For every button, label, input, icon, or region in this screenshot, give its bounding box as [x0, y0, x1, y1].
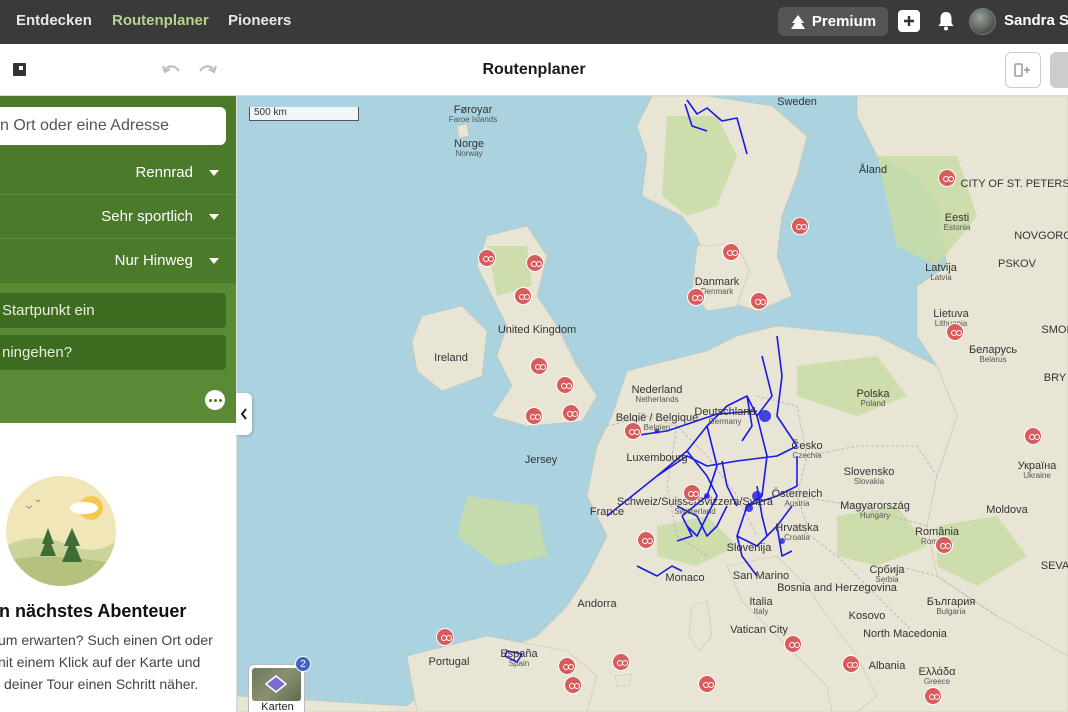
collapse-sidebar-button[interactable]	[236, 393, 252, 435]
chevron-down-icon	[209, 258, 219, 264]
bike-poi-marker[interactable]	[612, 653, 630, 671]
premium-label: Premium	[811, 13, 877, 30]
route-type-select[interactable]: Nur Hinweg	[0, 239, 236, 283]
redo-button[interactable]	[198, 62, 218, 83]
bike-poi-marker[interactable]	[1024, 427, 1042, 445]
map[interactable]: 500 km Føroyar Faroe Islands Norge Norway Ål…	[237, 96, 1068, 712]
undo-button[interactable]	[161, 62, 181, 83]
premium-button[interactable]: Premium	[778, 7, 888, 36]
layer-count-badge: 2	[295, 656, 311, 672]
bike-poi-marker[interactable]	[514, 287, 532, 305]
start-point-field[interactable]: Startpunkt ein	[0, 293, 226, 328]
adventure-text-line: nit einem Klick auf der Karte und	[0, 654, 201, 670]
bike-poi-marker[interactable]	[436, 628, 454, 646]
adventure-text-line: deiner Tour einen Schritt näher.	[4, 676, 199, 692]
waypoint-area: Startpunkt ein ningehen?	[0, 283, 236, 423]
bike-poi-marker[interactable]	[683, 484, 701, 502]
adventure-heading: in nächstes Abenteuer	[0, 601, 187, 621]
chevron-left-icon	[240, 408, 247, 420]
bookmark-icon	[13, 63, 26, 76]
search-input[interactable]	[0, 107, 226, 145]
notifications-button[interactable]	[934, 9, 958, 33]
route-export-button[interactable]	[1005, 52, 1041, 88]
destination-field[interactable]: ningehen?	[0, 335, 226, 370]
route-type-value: Nur Hinweg	[114, 252, 193, 269]
toolbar: Routenplaner	[0, 44, 1068, 96]
bike-poi-marker[interactable]	[558, 657, 576, 675]
bike-poi-marker[interactable]	[698, 675, 716, 693]
fitness-value: Sehr sportlich	[101, 208, 193, 225]
bike-poi-marker[interactable]	[525, 407, 543, 425]
sport-select[interactable]: Rennrad	[0, 151, 236, 195]
add-button[interactable]	[898, 10, 920, 32]
bike-poi-marker[interactable]	[562, 404, 580, 422]
bike-poi-marker[interactable]	[624, 422, 642, 440]
undo-icon	[162, 65, 180, 74]
map-layer-thumbnail	[252, 668, 301, 701]
username[interactable]: Sandra Sc	[1004, 12, 1068, 29]
map-canvas[interactable]	[237, 96, 1068, 712]
bell-icon	[938, 12, 954, 31]
more-options-button[interactable]	[205, 390, 225, 410]
bike-poi-marker[interactable]	[722, 243, 740, 261]
nav-routenplaner[interactable]: Routenplaner	[112, 12, 209, 29]
bike-poi-marker[interactable]	[784, 635, 802, 653]
bike-poi-marker[interactable]	[687, 288, 705, 306]
map-scale: 500 km	[249, 107, 359, 121]
adventure-text-line: um erwarten? Such einen Ort oder	[0, 632, 213, 648]
adventure-illustration	[6, 476, 116, 586]
bike-poi-marker[interactable]	[750, 292, 768, 310]
export-icon	[1014, 63, 1030, 77]
mountain-icon	[790, 14, 805, 29]
map-layer-label: Karten	[261, 701, 294, 712]
nav-pioneers[interactable]: Pioneers	[228, 12, 291, 29]
redo-icon	[199, 65, 217, 74]
avatar[interactable]	[969, 8, 996, 35]
fitness-select[interactable]: Sehr sportlich	[0, 195, 236, 239]
bookmark-button[interactable]	[12, 62, 28, 83]
bike-poi-marker[interactable]	[637, 531, 655, 549]
bike-poi-marker[interactable]	[924, 687, 942, 705]
bike-poi-marker[interactable]	[791, 217, 809, 235]
bike-poi-marker[interactable]	[938, 169, 956, 187]
bike-poi-marker[interactable]	[526, 254, 544, 272]
bike-poi-marker[interactable]	[564, 676, 582, 694]
save-button[interactable]	[1050, 52, 1068, 88]
chevron-down-icon	[209, 170, 219, 176]
bike-poi-marker[interactable]	[946, 323, 964, 341]
nav-entdecken[interactable]: Entdecken	[16, 12, 92, 29]
bike-poi-marker[interactable]	[935, 536, 953, 554]
plus-icon	[904, 16, 914, 26]
sidebar: Rennrad Sehr sportlich Nur Hinweg Startp…	[0, 96, 237, 712]
planner-panel: Rennrad Sehr sportlich Nur Hinweg Startp…	[0, 96, 236, 423]
bike-poi-marker[interactable]	[556, 376, 574, 394]
bike-poi-marker[interactable]	[530, 357, 548, 375]
layer-icon	[264, 675, 288, 693]
sport-value: Rennrad	[135, 164, 193, 181]
top-navigation: Entdecken Routenplaner Pioneers Premium …	[0, 0, 1068, 44]
map-layer-button[interactable]: Karten	[248, 664, 305, 712]
bike-poi-marker[interactable]	[842, 655, 860, 673]
chevron-down-icon	[209, 214, 219, 220]
bike-poi-marker[interactable]	[478, 249, 496, 267]
